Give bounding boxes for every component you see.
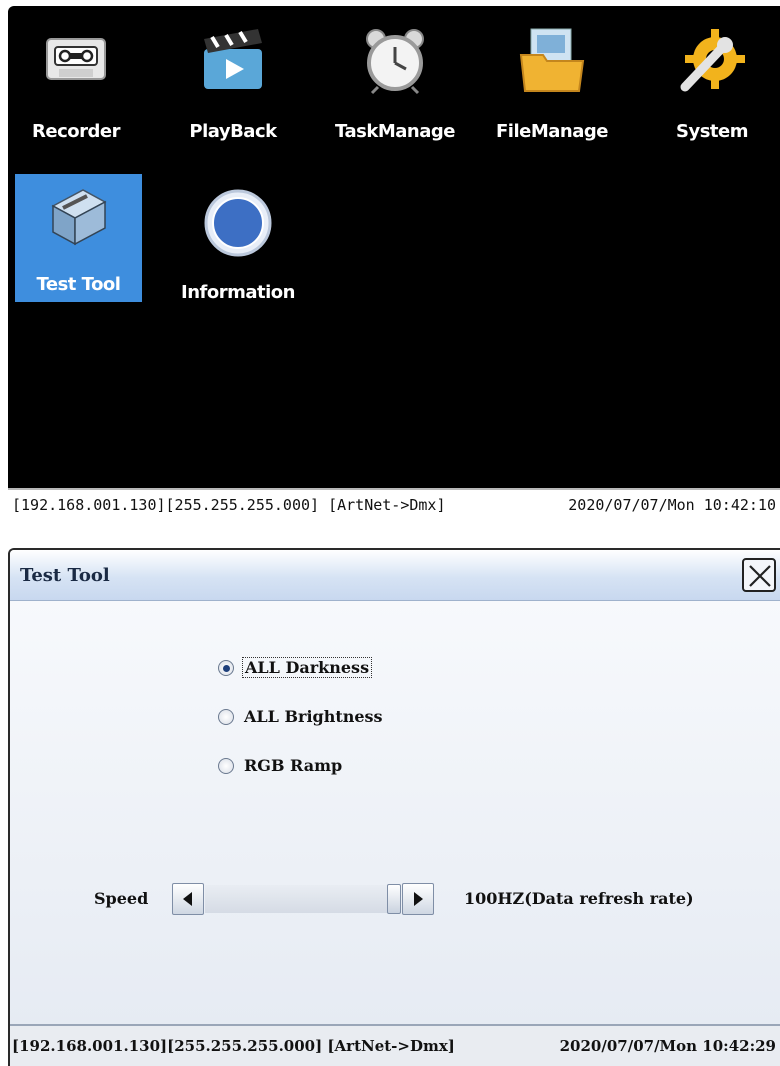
toolbox-icon — [51, 189, 107, 246]
dialog-body: ALL Darkness ALL Brightness RGB Ramp Spe… — [10, 601, 780, 1026]
close-icon — [749, 565, 771, 587]
dialog-title: Test Tool — [20, 565, 110, 586]
option-label: ALL Brightness — [244, 707, 383, 726]
refresh-rate-label: 100HZ(Data refresh rate) — [464, 889, 694, 908]
arrow-left-icon — [183, 892, 192, 906]
slider-thumb[interactable] — [387, 884, 401, 914]
status-bar: [192.168.001.130][255.255.255.000] [ArtN… — [10, 1024, 780, 1066]
radio-button[interactable] — [218, 758, 234, 774]
status-bar: [192.168.001.130][255.255.255.000] [ArtN… — [8, 488, 780, 520]
app-label: FileManage — [496, 121, 608, 142]
radio-button[interactable] — [218, 660, 234, 676]
app-label: Test Tool — [36, 274, 121, 295]
slider-increase-button[interactable] — [402, 883, 434, 915]
speed-slider[interactable] — [172, 883, 435, 917]
app-filemanage[interactable]: FileManage — [482, 11, 622, 161]
slider-decrease-button[interactable] — [172, 883, 204, 915]
app-label: PlayBack — [189, 121, 277, 142]
datetime: 2020/07/07/Mon 10:42:29 — [559, 1037, 776, 1055]
speed-label: Speed — [94, 889, 149, 908]
network-status: [192.168.001.130][255.255.255.000] [ArtN… — [12, 496, 446, 514]
app-label: Information — [181, 282, 295, 303]
cassette-tape-icon — [46, 38, 106, 80]
arrow-right-icon — [414, 892, 423, 906]
alarm-clock-icon — [366, 29, 424, 95]
clapperboard-icon — [204, 29, 262, 89]
app-taskmanage[interactable]: TaskManage — [325, 11, 465, 161]
app-label: Recorder — [32, 121, 120, 142]
network-status: [192.168.001.130][255.255.255.000] [ArtN… — [12, 1037, 455, 1055]
gear-wrench-icon — [680, 29, 745, 92]
test-tool-dialog: Test Tool ALL Darkness ALL Brightness RG… — [8, 548, 780, 1066]
app-playback[interactable]: PlayBack — [163, 11, 303, 161]
app-system[interactable]: System — [642, 11, 780, 161]
close-button[interactable] — [742, 558, 776, 592]
app-recorder[interactable]: Recorder — [8, 11, 146, 161]
app-information[interactable]: Information — [168, 174, 308, 324]
app-label: TaskManage — [335, 121, 455, 142]
main-menu-screen: Recorder PlayBack TaskManage FileManage — [8, 6, 780, 520]
info-icon — [204, 189, 272, 257]
app-label: System — [676, 121, 748, 142]
title-bar: Test Tool — [10, 550, 780, 601]
option-label: RGB Ramp — [244, 756, 343, 775]
app-test-tool[interactable]: Test Tool — [15, 174, 142, 302]
slider-track[interactable] — [205, 885, 401, 913]
folder-icon — [519, 28, 585, 92]
datetime: 2020/07/07/Mon 10:42:10 — [568, 496, 776, 514]
option-label: ALL Darkness — [242, 657, 373, 678]
radio-button[interactable] — [218, 709, 234, 725]
